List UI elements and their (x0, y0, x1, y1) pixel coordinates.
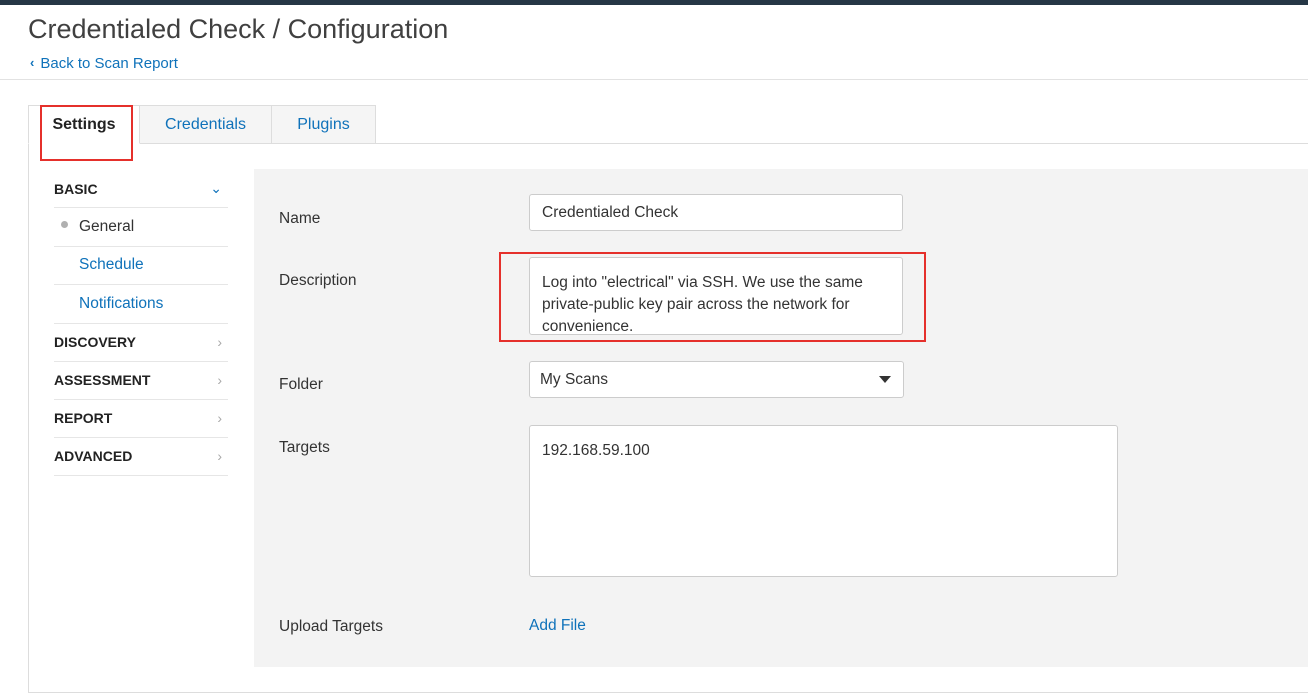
settings-sidebar: BASIC ⌄ General Schedule Notifications D… (54, 170, 228, 476)
tab-bar: Settings Credentials Plugins (28, 105, 376, 144)
sidebar-item-label: Notifications (79, 294, 164, 312)
targets-label: Targets (279, 439, 330, 456)
name-label: Name (279, 210, 321, 227)
tab-plugins[interactable]: Plugins (272, 105, 376, 144)
back-to-scan-report-link[interactable]: ‹ Back to Scan Report (30, 55, 178, 72)
name-input[interactable] (529, 194, 903, 231)
sidebar-item-general[interactable]: General (54, 208, 228, 247)
sidebar-item-label: General (79, 217, 135, 235)
chevron-left-icon: ‹ (30, 55, 35, 70)
sidebar-section-report[interactable]: REPORT › (54, 400, 228, 438)
add-file-link[interactable]: Add File (529, 617, 586, 635)
top-bar (0, 0, 1308, 5)
folder-label: Folder (279, 376, 323, 393)
folder-select[interactable]: My Scans (529, 361, 904, 398)
sidebar-section-label: REPORT (54, 410, 113, 426)
sidebar-item-label: Schedule (79, 256, 144, 274)
description-textarea[interactable]: Log into "electrical" via SSH. We use th… (529, 257, 903, 335)
chevron-right-icon: › (217, 448, 222, 464)
sidebar-section-label: ASSESSMENT (54, 372, 151, 388)
page-title: Credentialed Check / Configuration (28, 14, 449, 44)
sidebar-section-basic[interactable]: BASIC ⌄ (54, 170, 228, 208)
sidebar-section-label: BASIC (54, 180, 98, 197)
sidebar-section-label: ADVANCED (54, 448, 133, 464)
chevron-right-icon: › (217, 410, 222, 426)
header-divider (0, 79, 1308, 80)
sidebar-section-discovery[interactable]: DISCOVERY › (54, 324, 228, 362)
chevron-down-icon: ⌄ (210, 180, 222, 196)
sidebar-section-assessment[interactable]: ASSESSMENT › (54, 362, 228, 400)
current-indicator-dot (61, 221, 68, 228)
settings-form-area (254, 169, 1308, 667)
tab-settings[interactable]: Settings (28, 105, 140, 144)
sidebar-item-notifications[interactable]: Notifications (54, 285, 228, 324)
chevron-right-icon: › (217, 372, 222, 388)
targets-textarea[interactable]: 192.168.59.100 (529, 425, 1118, 577)
sidebar-section-advanced[interactable]: ADVANCED › (54, 438, 228, 476)
sidebar-item-schedule[interactable]: Schedule (54, 247, 228, 285)
description-label: Description (279, 272, 357, 289)
caret-down-icon (879, 376, 891, 383)
sidebar-section-label: DISCOVERY (54, 334, 136, 350)
upload-targets-label: Upload Targets (279, 618, 383, 635)
folder-selected-value: My Scans (540, 370, 609, 388)
back-link-label: Back to Scan Report (40, 55, 178, 72)
chevron-right-icon: › (217, 334, 222, 350)
tab-credentials[interactable]: Credentials (140, 105, 272, 144)
